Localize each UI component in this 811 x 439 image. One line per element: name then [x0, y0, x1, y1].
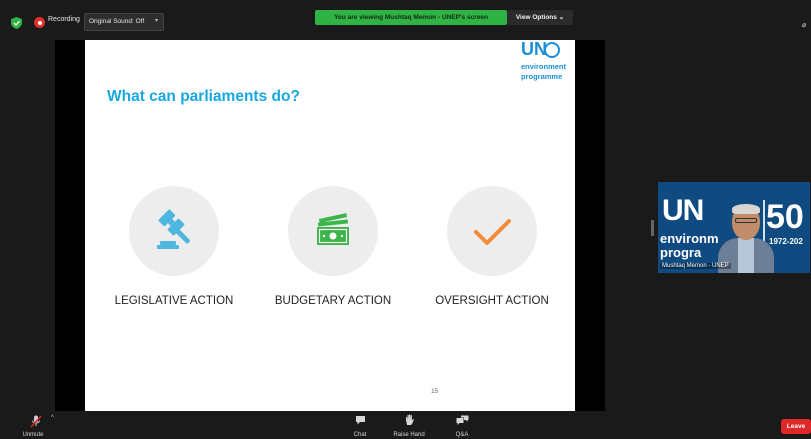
logo-environment-text: environment	[521, 62, 567, 71]
participant-hair	[732, 204, 760, 214]
video-background-divider	[763, 200, 765, 242]
oversight-icon-circle	[447, 186, 537, 276]
chat-label: Chat	[353, 432, 367, 438]
audio-options-chevron-icon[interactable]: ^	[51, 415, 54, 421]
video-panel-drag-handle[interactable]	[651, 220, 654, 236]
legislative-action-label: LEGISLATIVE ACTION	[114, 295, 234, 307]
slide-page-number: 15	[431, 388, 439, 395]
raise-hand-button[interactable]: Raise Hand	[389, 413, 429, 439]
participant-video-tile[interactable]: UN environm progra 50 1972-202 Mushtaq M…	[658, 182, 810, 273]
qa-bubbles-icon	[456, 415, 469, 425]
logo-programme-text: programme	[521, 72, 563, 81]
participant-glasses	[735, 218, 757, 223]
fullscreen-icon[interactable]: ⌀	[802, 21, 806, 29]
raised-hand-icon	[406, 414, 414, 425]
raise-hand-label: Raise Hand	[393, 432, 425, 438]
video-background-prog-text: progra	[660, 245, 702, 260]
qa-button[interactable]: Q&A	[447, 413, 477, 439]
video-background-env-text: environm	[660, 231, 719, 246]
unmute-label: Unmute	[22, 432, 44, 438]
oversight-action-label: OVERSIGHT ACTION	[435, 295, 549, 307]
qa-label: Q&A	[455, 432, 469, 438]
meeting-top-bar: Recording Original Sound: Off ▾ You are …	[0, 0, 811, 40]
un-emblem-icon	[544, 42, 560, 58]
legislative-icon-circle	[129, 186, 219, 276]
video-background-years-text: 1972-202	[769, 237, 803, 246]
recording-indicator-icon	[34, 17, 45, 28]
slide-title: What can parliaments do?	[107, 88, 300, 105]
presentation-slide: What can parliaments do? UN environment …	[85, 39, 575, 411]
view-options-button[interactable]: View Options ⌄	[507, 10, 573, 25]
gavel-icon	[157, 209, 190, 249]
screen-share-banner: You are viewing Mushtaq Memon - UNEP's s…	[315, 10, 507, 25]
participant-shirt	[738, 238, 754, 273]
video-background-50-text: 50	[766, 198, 804, 236]
chat-button[interactable]: Chat	[345, 413, 375, 439]
budgetary-action-label: BUDGETARY ACTION	[274, 295, 392, 307]
original-sound-button[interactable]: Original Sound: Off ▾	[84, 13, 164, 31]
participant-name-label: Mushtaq Memon - UNEP	[660, 263, 731, 269]
recording-label: Recording	[48, 16, 80, 23]
money-icon	[317, 213, 349, 245]
security-shield-icon[interactable]	[11, 17, 22, 29]
chevron-down-icon: ▾	[155, 18, 159, 24]
chat-bubble-icon	[356, 416, 365, 425]
video-background-un-text: UN	[662, 194, 704, 227]
checkmark-icon	[474, 219, 511, 245]
budgetary-icon-circle	[288, 186, 378, 276]
original-sound-label: Original Sound: Off	[89, 18, 145, 25]
leave-button[interactable]: Leave	[781, 419, 811, 434]
unmute-button[interactable]: Unmute	[22, 413, 52, 439]
muted-microphone-icon	[30, 415, 42, 428]
